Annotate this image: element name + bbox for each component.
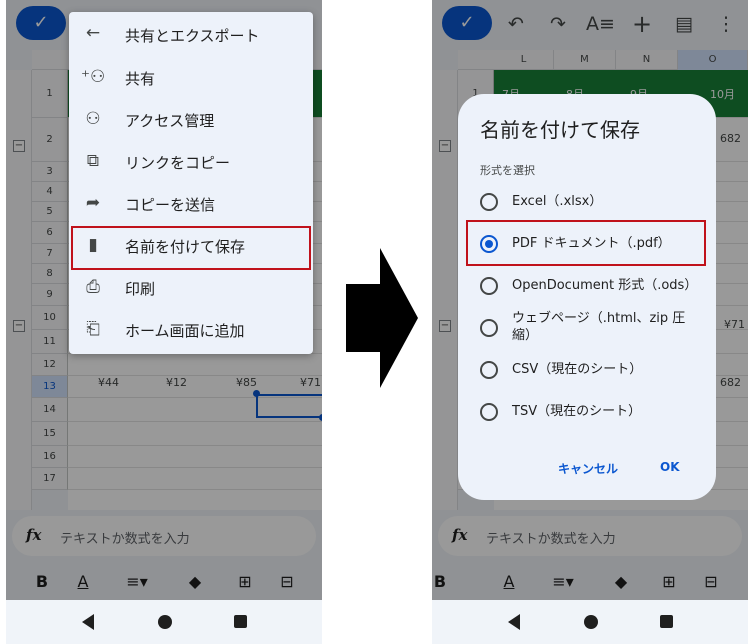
format-option-html[interactable]: ウェブページ（.html、zip 圧縮） xyxy=(458,306,716,348)
menu-item-access[interactable]: ⚇ アクセス管理 xyxy=(69,98,313,140)
cancel-button[interactable]: キャンセル xyxy=(558,460,618,477)
highlight-box xyxy=(466,220,706,266)
back-arrow-icon[interactable]: ← xyxy=(81,21,105,45)
format-option-xlsx[interactable]: Excel（.xlsx） xyxy=(458,180,716,222)
menu-item-label: リンクをコピー xyxy=(125,154,231,172)
share-export-menu: ← 共有とエクスポート ⁺⚇ 共有 ⚇ アクセス管理 ⧉ リンクをコピー ➦ コ… xyxy=(69,12,313,354)
menu-item-copy-link[interactable]: ⧉ リンクをコピー xyxy=(69,140,313,182)
dialog-title: 名前を付けて保存 xyxy=(480,118,640,142)
menu-header-label: 共有とエクスポート xyxy=(125,27,260,45)
menu-item-print[interactable]: ⎙ 印刷 xyxy=(69,266,313,308)
radio-button[interactable] xyxy=(480,319,498,337)
save-as-dialog: 名前を付けて保存 形式を選択 Excel（.xlsx） PDF ドキュメント（.… xyxy=(458,94,716,500)
nav-recents-icon[interactable] xyxy=(660,615,673,628)
menu-item-label: コピーを送信 xyxy=(125,196,216,214)
right-phone-screen: ✓ ↶ ↷ A≡ + ▤ ⋮ L M N O − − 1234567891011… xyxy=(432,0,748,644)
add-person-icon: ⁺⚇ xyxy=(81,67,106,87)
system-nav-bar xyxy=(6,600,322,644)
format-option-label: CSV（現在のシート） xyxy=(512,362,643,377)
system-nav-bar xyxy=(432,600,748,644)
nav-home-icon[interactable] xyxy=(158,615,172,629)
menu-item-add-home[interactable]: ⎗ ホーム画面に追加 xyxy=(69,308,313,350)
add-to-home-icon: ⎗ xyxy=(86,319,100,339)
radio-button[interactable] xyxy=(480,193,498,211)
format-option-tsv[interactable]: TSV（現在のシート） xyxy=(458,390,716,432)
ok-button[interactable]: OK xyxy=(660,460,680,474)
people-icon: ⚇ xyxy=(85,109,101,129)
radio-button[interactable] xyxy=(480,277,498,295)
radio-button[interactable] xyxy=(480,361,498,379)
radio-button[interactable] xyxy=(480,403,498,421)
copy-icon: ⧉ xyxy=(86,151,100,171)
format-option-label: Excel（.xlsx） xyxy=(512,194,603,209)
left-phone-screen: ✓ − − 1 2 3 4 5 6 7 8 9 10 11 12 13 14 15 16 17 ¥44 ¥12 … xyxy=(6,0,322,644)
format-option-label: ウェブページ（.html、zip 圧縮） xyxy=(512,311,686,343)
nav-home-icon[interactable] xyxy=(584,615,598,629)
nav-back-icon[interactable] xyxy=(82,614,94,630)
menu-item-label: ホーム画面に追加 xyxy=(125,322,245,340)
menu-item-label: アクセス管理 xyxy=(125,112,215,130)
format-option-ods[interactable]: OpenDocument 形式（.ods） xyxy=(458,264,716,306)
print-icon: ⎙ xyxy=(86,277,100,297)
big-right-arrow-icon xyxy=(346,248,418,388)
format-option-label: TSV（現在のシート） xyxy=(512,404,642,419)
nav-back-icon[interactable] xyxy=(508,614,520,630)
menu-item-share[interactable]: ⁺⚇ 共有 xyxy=(69,56,313,98)
menu-item-label: 印刷 xyxy=(125,280,156,298)
nav-recents-icon[interactable] xyxy=(234,615,247,628)
menu-item-label: 共有 xyxy=(125,70,156,88)
format-option-label: OpenDocument 形式（.ods） xyxy=(512,278,698,293)
dialog-subtitle: 形式を選択 xyxy=(480,164,535,177)
menu-header[interactable]: ← 共有とエクスポート xyxy=(69,12,313,56)
format-option-csv[interactable]: CSV（現在のシート） xyxy=(458,348,716,390)
highlight-box xyxy=(71,226,311,270)
share-arrow-icon: ➦ xyxy=(85,193,101,213)
menu-item-send-copy[interactable]: ➦ コピーを送信 xyxy=(69,182,313,224)
